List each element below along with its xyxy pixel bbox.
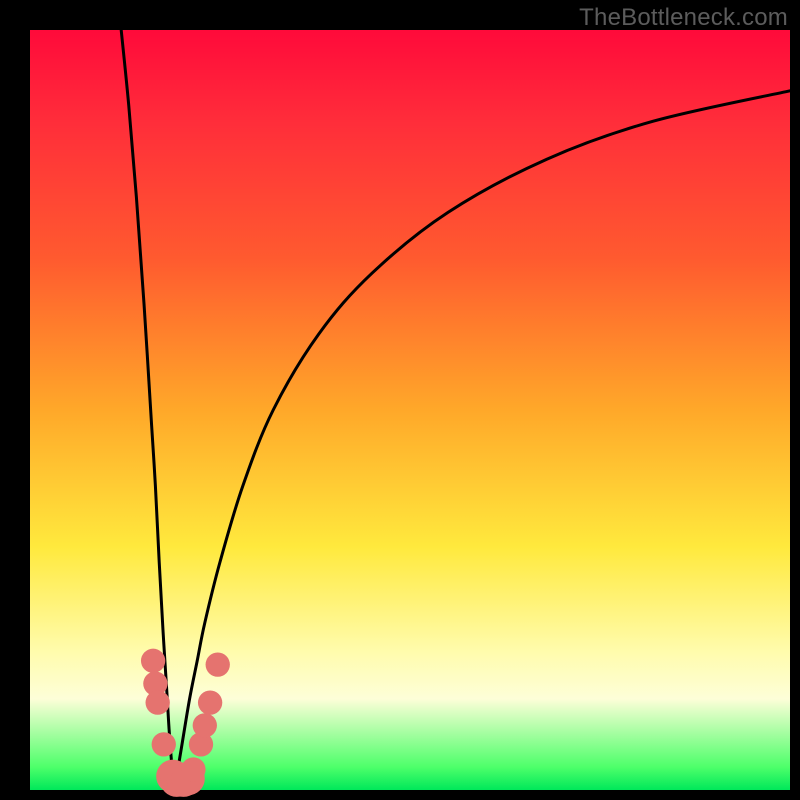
data-marker (152, 732, 176, 756)
watermark-text: TheBottleneck.com (579, 4, 788, 32)
chart-frame: TheBottleneck.com (0, 0, 800, 800)
data-marker (141, 649, 165, 673)
data-marker (181, 757, 205, 781)
data-marker (206, 652, 230, 676)
plot-area (30, 30, 790, 790)
data-marker (146, 690, 170, 714)
data-marker (198, 690, 222, 714)
data-marker (193, 713, 217, 737)
curve-layer (30, 30, 790, 790)
right-branch-line (174, 91, 790, 790)
